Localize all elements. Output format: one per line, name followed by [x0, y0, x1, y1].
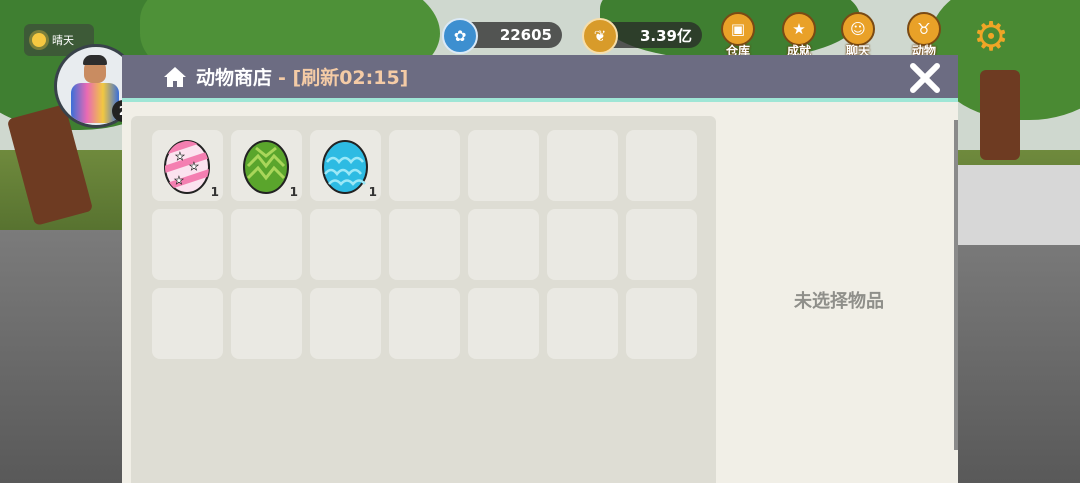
- weather-label: 晴天: [52, 34, 74, 47]
- item-grid-area: ★ ★ ★ 1 1 1: [131, 116, 716, 483]
- pink-egg-icon: ★ ★ ★: [164, 140, 210, 194]
- avatar-body: [71, 83, 119, 123]
- chat-button[interactable]: ☺ 聊天: [836, 12, 880, 58]
- gem-icon: ✿: [442, 18, 478, 54]
- item-quantity: 1: [368, 185, 377, 199]
- item-quantity: 1: [289, 185, 298, 199]
- empty-item-slot[interactable]: [389, 130, 460, 201]
- empty-item-slot[interactable]: [389, 288, 460, 359]
- animal-shop-panel: 动物商店 - [刷新02:15] ★ ★ ★ 1 1 1 未选择物品: [122, 55, 958, 483]
- empty-item-slot[interactable]: [310, 288, 381, 359]
- sun-icon: [32, 33, 46, 47]
- empty-item-slot[interactable]: [626, 209, 697, 280]
- tree-trunk: [980, 70, 1020, 160]
- shop-title: 动物商店: [196, 67, 273, 89]
- empty-item-slot[interactable]: [626, 130, 697, 201]
- cow-icon: ♉: [907, 12, 941, 46]
- item-slot-pink-egg[interactable]: ★ ★ ★ 1: [152, 130, 223, 201]
- svg-text:★: ★: [174, 174, 184, 187]
- empty-item-slot[interactable]: [547, 288, 618, 359]
- scrollbar[interactable]: [954, 120, 958, 450]
- item-slot-green-egg[interactable]: 1: [231, 130, 302, 201]
- svg-text:★: ★: [189, 160, 199, 173]
- empty-item-slot[interactable]: [231, 288, 302, 359]
- item-quantity: 1: [210, 185, 219, 199]
- gem-amount: 22605: [499, 26, 552, 44]
- empty-item-slot[interactable]: [626, 288, 697, 359]
- empty-item-slot[interactable]: [468, 130, 539, 201]
- item-slot-blue-egg[interactable]: 1: [310, 130, 381, 201]
- empty-item-slot[interactable]: [468, 209, 539, 280]
- item-grid: ★ ★ ★ 1 1 1: [152, 130, 697, 359]
- animal-button[interactable]: ♉ 动物: [902, 12, 946, 58]
- star-icon: ★: [782, 12, 816, 46]
- empty-item-slot[interactable]: [468, 288, 539, 359]
- gear-icon[interactable]: ⚙: [970, 16, 1012, 58]
- empty-item-slot[interactable]: [310, 209, 381, 280]
- blue-egg-icon: [322, 140, 368, 194]
- empty-item-slot[interactable]: [547, 130, 618, 201]
- item-detail-empty: 未选择物品: [794, 290, 884, 312]
- shop-titlebar: 动物商店 - [刷新02:15]: [122, 55, 958, 102]
- gold-coin-icon: ❦: [582, 18, 618, 54]
- gold-amount: 3.39亿: [639, 26, 692, 45]
- home-icon[interactable]: [162, 64, 188, 90]
- empty-item-slot[interactable]: [389, 209, 460, 280]
- refresh-timer: - [刷新02:15]: [278, 67, 409, 89]
- achievement-button[interactable]: ★ 成就: [777, 12, 821, 58]
- close-icon[interactable]: [908, 61, 942, 95]
- empty-item-slot[interactable]: [547, 209, 618, 280]
- empty-item-slot[interactable]: [152, 209, 223, 280]
- green-egg-icon: [243, 140, 289, 194]
- gold-counter[interactable]: ❦ 3.39亿: [582, 18, 702, 54]
- svg-text:★: ★: [175, 150, 185, 163]
- avatar-hair: [83, 55, 107, 65]
- empty-item-slot[interactable]: [152, 288, 223, 359]
- warehouse-icon: ▣: [721, 12, 755, 46]
- warehouse-button[interactable]: ▣ 仓库: [716, 12, 760, 58]
- gem-counter[interactable]: ✿ 22605: [442, 18, 562, 54]
- chat-icon: ☺: [841, 12, 875, 46]
- empty-item-slot[interactable]: [231, 209, 302, 280]
